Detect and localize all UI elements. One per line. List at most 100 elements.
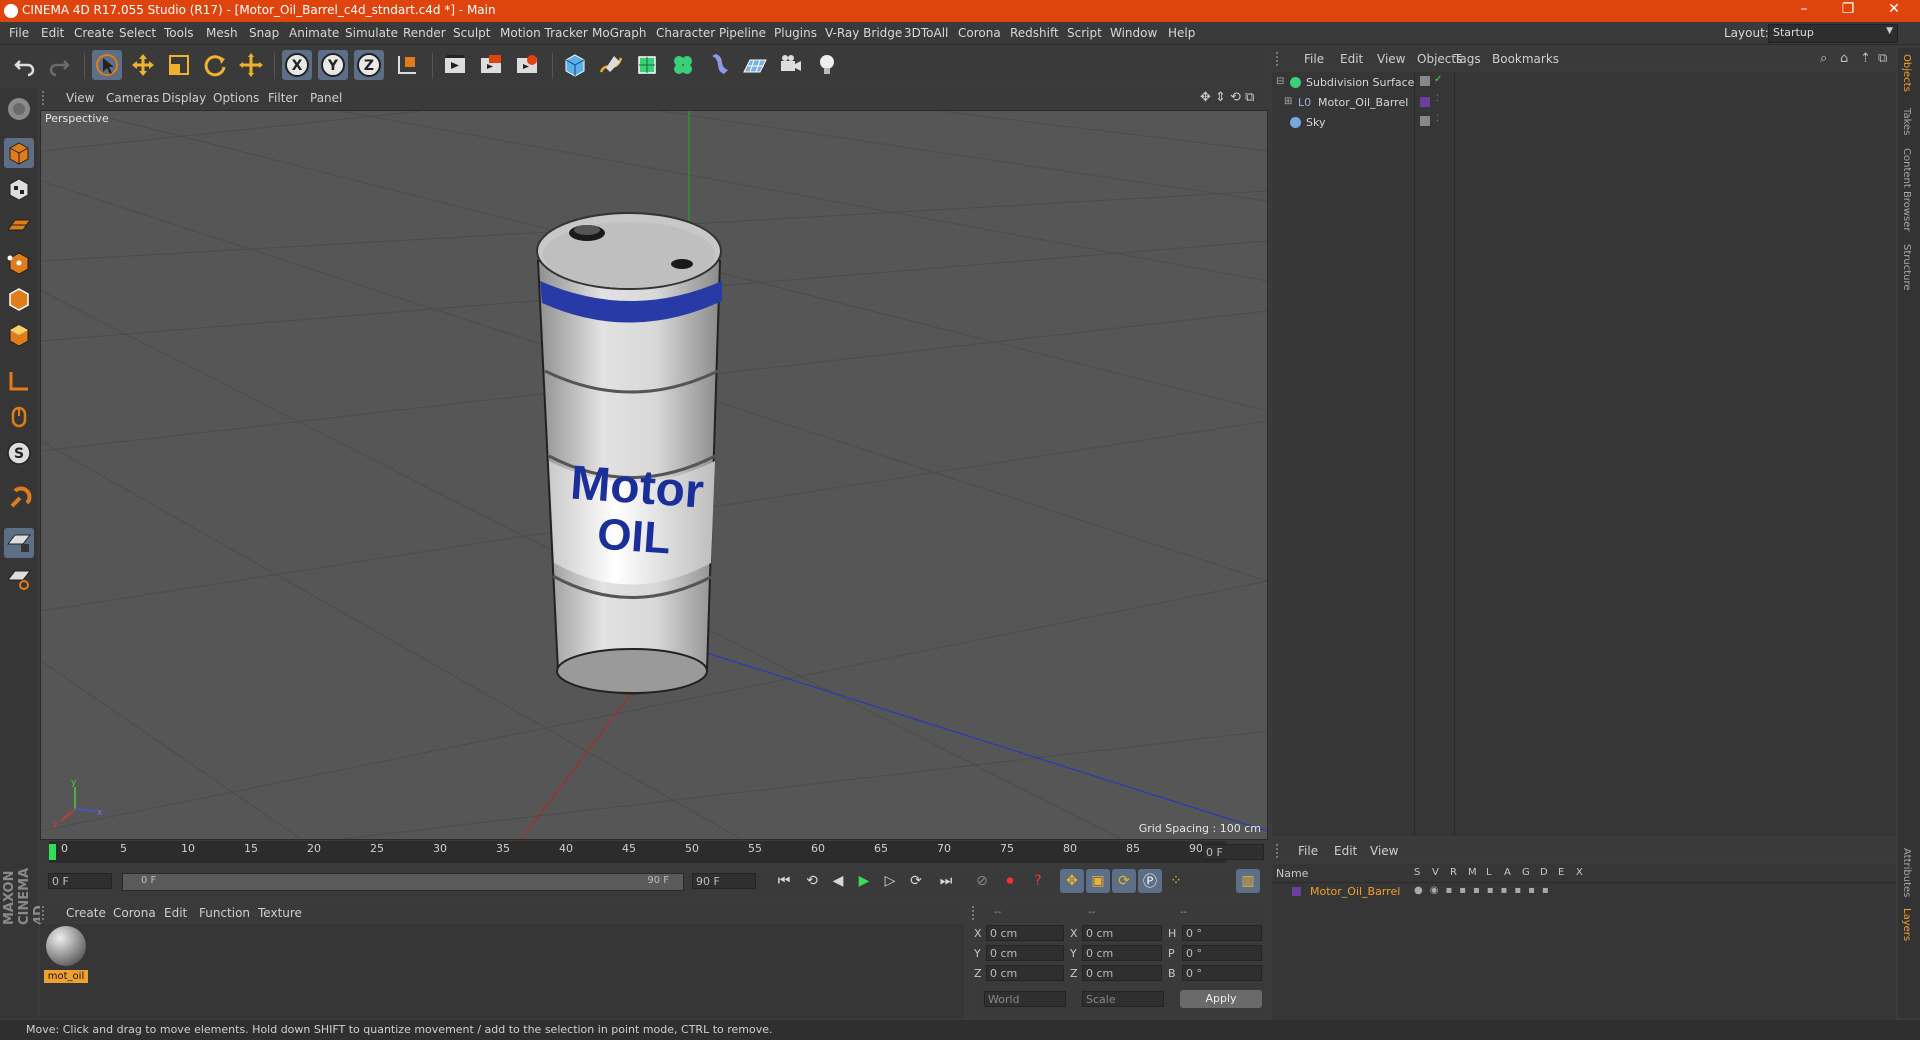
tab-content-browser[interactable]: Content Browser — [1901, 148, 1912, 231]
coordinate-system-icon[interactable] — [392, 50, 422, 80]
recent-tool-icon[interactable] — [236, 50, 266, 80]
camera-icon[interactable] — [776, 50, 806, 80]
render-view-icon[interactable] — [440, 50, 470, 80]
menu-help[interactable]: Help — [1168, 26, 1195, 40]
layer-swatch-icon[interactable] — [1420, 76, 1430, 86]
collapse-icon[interactable]: ⊟ — [1276, 76, 1284, 87]
timeline-track[interactable]: 0 5 10 15 20 25 30 35 40 45 50 55 60 65 … — [49, 841, 1227, 863]
viewport-menu-view[interactable]: View — [66, 91, 94, 105]
menu-render[interactable]: Render — [403, 26, 446, 40]
range-slider[interactable]: 0 F 90 F — [122, 873, 684, 891]
polygons-mode-icon[interactable] — [4, 320, 34, 350]
layer-menu-view[interactable]: View — [1370, 844, 1398, 858]
snap-icon[interactable] — [4, 484, 34, 514]
menu-edit[interactable]: Edit — [41, 26, 64, 40]
col-solo[interactable]: S — [1414, 867, 1420, 878]
tab-takes[interactable]: Takes — [1901, 108, 1912, 135]
menu-vray-bridge[interactable]: V-Ray Bridge — [825, 26, 902, 40]
menu-window[interactable]: Window — [1110, 26, 1157, 40]
record-keys-off-icon[interactable]: ⊘ — [970, 869, 994, 893]
menu-corona[interactable]: Corona — [958, 26, 1001, 40]
points-mode-icon[interactable] — [4, 248, 34, 278]
grid-icon[interactable] — [4, 564, 34, 594]
end-frame-field[interactable]: 90 F — [692, 873, 756, 889]
material-menu-create[interactable]: Create — [66, 906, 106, 920]
timeline-window-icon[interactable]: ▥ — [1236, 869, 1260, 893]
col-generators[interactable]: G — [1522, 867, 1530, 878]
material-swatch[interactable]: mot_oil — [44, 926, 88, 983]
layer-row[interactable]: Motor_Oil_Barrel ●◉▪▪▪▪▪▪▪▪ — [1272, 884, 1896, 900]
object-menu-edit[interactable]: Edit — [1340, 52, 1363, 66]
next-frame-icon[interactable]: ▷ — [878, 869, 902, 893]
menu-character[interactable]: Character — [656, 26, 715, 40]
up-arrow-icon[interactable]: ⇡ — [1860, 51, 1871, 66]
undo-icon[interactable] — [10, 50, 40, 80]
col-render[interactable]: R — [1450, 867, 1457, 878]
menu-animate[interactable]: Animate — [289, 26, 339, 40]
deformer-icon[interactable] — [704, 50, 734, 80]
move-icon[interactable] — [128, 50, 158, 80]
menu-mograph[interactable]: MoGraph — [592, 26, 647, 40]
col-animation[interactable]: A — [1504, 867, 1511, 878]
pen-icon[interactable] — [596, 50, 626, 80]
layer-menu-file[interactable]: File — [1298, 844, 1318, 858]
menu-snap[interactable]: Snap — [249, 26, 279, 40]
record-icon[interactable]: ⏺ — [998, 869, 1022, 893]
position-y-field[interactable]: 0 cm — [986, 945, 1064, 961]
layout-dropdown[interactable]: Startup ▼ — [1768, 24, 1898, 43]
rotation-b-field[interactable]: 0 ° — [1182, 965, 1262, 981]
viewport-menu-options[interactable]: Options — [213, 91, 259, 105]
object-menu-file[interactable]: File — [1304, 52, 1324, 66]
current-frame-field[interactable]: 0 F — [1202, 844, 1264, 860]
enabled-check-icon[interactable]: ✓ — [1434, 74, 1442, 85]
motor-oil-barrel[interactable]: Motor OIL — [536, 212, 722, 695]
layer-color-swatch[interactable] — [1420, 97, 1430, 107]
menu-simulate[interactable]: Simulate — [345, 26, 398, 40]
layer-color-swatch[interactable] — [1292, 887, 1301, 896]
size-x-field[interactable]: 0 cm — [1082, 925, 1162, 941]
tab-objects[interactable]: Objects — [1901, 54, 1912, 92]
object-row-barrel[interactable]: ⊞ L0 Motor_Oil_Barrel ⁚ — [1272, 94, 1896, 112]
make-editable-icon[interactable] — [4, 94, 34, 124]
visibility-dots-icon[interactable]: ⁚ — [1436, 94, 1439, 104]
col-manager[interactable]: M — [1468, 867, 1477, 878]
key-scale-icon[interactable]: ▣ — [1086, 869, 1110, 893]
cloner-icon[interactable] — [668, 50, 698, 80]
viewport-menu-panel[interactable]: Panel — [310, 91, 342, 105]
render-picture-viewer-icon[interactable] — [476, 50, 506, 80]
menu-redshift[interactable]: Redshift — [1010, 26, 1059, 40]
close-button[interactable]: ✕ — [1874, 1, 1914, 21]
new-window-icon[interactable]: ⧉ — [1878, 51, 1887, 66]
play-icon[interactable]: ▶ — [852, 869, 876, 893]
menu-file[interactable]: File — [9, 26, 29, 40]
position-x-field[interactable]: 0 cm — [986, 925, 1064, 941]
tab-structure[interactable]: Structure — [1901, 244, 1912, 291]
material-menu-edit[interactable]: Edit — [164, 906, 187, 920]
world-dropdown[interactable]: World — [984, 991, 1066, 1007]
col-locked[interactable]: L — [1486, 867, 1492, 878]
menu-mesh[interactable]: Mesh — [206, 26, 238, 40]
playhead-marker[interactable] — [49, 844, 56, 860]
expand-icon[interactable]: ⊞ — [1284, 96, 1292, 107]
go-to-start-icon[interactable]: ⏮ — [772, 869, 796, 893]
autokey-icon[interactable]: ? — [1026, 869, 1050, 893]
col-view[interactable]: V — [1432, 867, 1439, 878]
light-icon[interactable] — [812, 50, 842, 80]
layer-menu-edit[interactable]: Edit — [1334, 844, 1357, 858]
menu-script[interactable]: Script — [1067, 26, 1102, 40]
viewport-menu-filter[interactable]: Filter — [268, 91, 298, 105]
position-z-field[interactable]: 0 cm — [986, 965, 1064, 981]
minimize-button[interactable]: – — [1784, 1, 1824, 21]
previous-key-icon[interactable]: ⟲ — [800, 869, 824, 893]
next-key-icon[interactable]: ⟳ — [904, 869, 928, 893]
subdivision-icon[interactable] — [632, 50, 662, 80]
key-position-icon[interactable]: ✥ — [1060, 869, 1084, 893]
layer-swatch-icon[interactable] — [1420, 116, 1430, 126]
tweak-mode-icon[interactable] — [4, 402, 34, 432]
maximize-button[interactable]: ❐ — [1828, 1, 1868, 21]
layer-toggle-icons[interactable]: ●◉▪▪▪▪▪▪▪▪ — [1414, 885, 1556, 896]
y-axis-icon[interactable]: Y — [318, 50, 348, 80]
viewport-menu-display[interactable]: Display — [162, 91, 206, 105]
floor-icon[interactable] — [740, 50, 770, 80]
apply-button[interactable]: Apply — [1180, 990, 1262, 1008]
